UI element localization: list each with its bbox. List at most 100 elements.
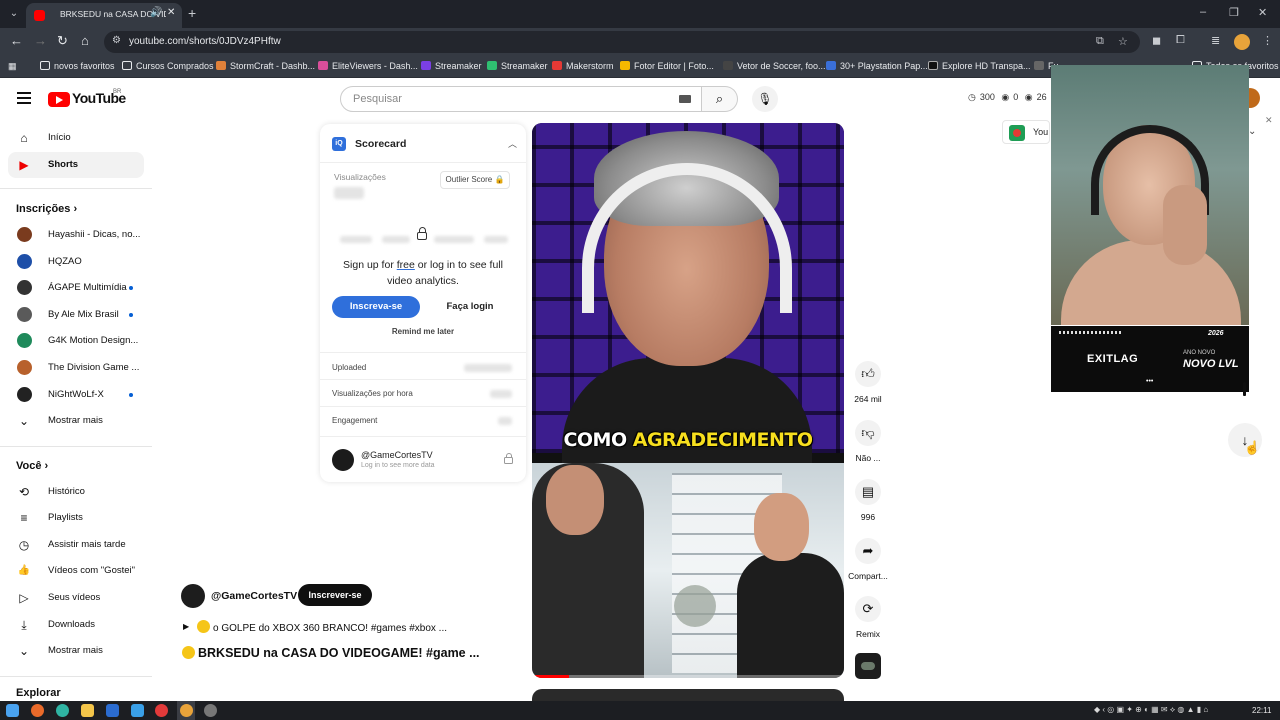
search-button[interactable]: ⌕ <box>702 86 738 112</box>
app-icon[interactable] <box>131 704 144 717</box>
browser-menu-icon[interactable]: ⋮ <box>1262 34 1273 47</box>
share-button[interactable]: ➦ <box>855 538 881 564</box>
forward-icon[interactable]: → <box>34 33 47 48</box>
channel-avatar[interactable] <box>181 584 205 608</box>
profile-avatar[interactable] <box>1234 34 1250 50</box>
store-icon[interactable] <box>106 704 119 717</box>
browser-tab[interactable]: BRKSEDU na CASA DO VIDEOGAME! 🔊 ✕ <box>26 3 182 28</box>
edge-icon[interactable] <box>56 704 69 717</box>
show-more-subscriptions[interactable]: ⌄ Mostrar mais <box>8 408 144 434</box>
remix-button[interactable]: ⟳ <box>855 596 881 622</box>
extension-widget[interactable]: You <box>1002 120 1050 144</box>
chrome-icon[interactable] <box>180 704 193 717</box>
scorecard-logo-icon: iQ <box>332 137 346 151</box>
address-bar[interactable]: ⚙ youtube.com/shorts/0JDVz4PHftw ⧉ ☆ <box>104 31 1140 53</box>
scorecard-signup-button[interactable]: Inscreva-se <box>332 296 420 318</box>
app-icon[interactable] <box>31 704 44 717</box>
minimize-button[interactable]: – <box>1200 6 1206 18</box>
tray-icons[interactable]: ◆ ‹ ◎ ▣ ✦ ⊕ ◐ ▦ ✉ ⟡ ◍ ▲ ▮ ⌂ <box>1094 705 1208 715</box>
subscription-item[interactable]: ÁGAPE Multimídia <box>8 275 144 301</box>
thumbs-up-icon: 👍︎ <box>861 366 875 381</box>
scorecard-divider <box>320 352 526 353</box>
sidebar-item-liked[interactable]: 👍 Vídeos com "Gostei" <box>8 558 144 584</box>
opera-icon[interactable] <box>155 704 168 717</box>
scorecard-login-button[interactable]: Faça login <box>426 296 514 318</box>
home-icon[interactable]: ⌂ <box>81 33 89 48</box>
like-button[interactable]: 👍︎ <box>855 361 881 387</box>
extensions-puzzle-icon[interactable]: ⧠ <box>1176 34 1185 47</box>
subscription-item[interactable]: The Division Game ... <box>8 355 144 381</box>
video-progress-bar[interactable] <box>532 675 844 678</box>
sidebar-item-home[interactable]: ⌂ Início <box>8 125 144 151</box>
bookmark-item[interactable]: 30+ Playstation Pap... <box>826 61 928 71</box>
chevron-down-icon[interactable]: ⌄ <box>1248 126 1256 137</box>
subscription-item[interactable]: Hayashii - Dicas, no... <box>8 222 144 248</box>
bookmark-star-icon[interactable]: ☆ <box>1118 35 1128 48</box>
media-control-icon[interactable]: ≣ <box>1211 34 1220 47</box>
free-link[interactable]: free <box>397 259 415 271</box>
reload-icon[interactable]: ↻ <box>57 33 68 49</box>
dislike-button[interactable]: 👎︎ <box>855 420 881 446</box>
you-heading[interactable]: Você › <box>16 460 48 472</box>
bookmark-item[interactable]: Makerstorm <box>552 61 614 71</box>
install-app-icon[interactable]: ⧉ <box>1096 35 1104 48</box>
subscription-item[interactable]: NiGhtWoLf-X <box>8 382 144 408</box>
search-input[interactable]: Pesquisar <box>340 86 702 112</box>
bookmark-item[interactable]: Cursos Comprados <box>122 61 214 71</box>
scorecard-divider <box>320 162 526 163</box>
channel-name[interactable]: @GameCortesTV <box>211 590 297 602</box>
remind-later-link[interactable]: Remind me later <box>340 327 506 336</box>
video-description[interactable]: o GOLPE do XBOX 360 BRANCO! #games #xbox… <box>197 620 447 634</box>
outlier-score-button[interactable]: Outlier Score 🔒 <box>440 171 510 189</box>
start-icon[interactable] <box>6 704 19 717</box>
subscription-item[interactable]: G4K Motion Design... <box>8 328 144 354</box>
bookmark-item[interactable]: Vetor de Soccer, foo... <box>723 61 826 71</box>
close-window-button[interactable]: ✕ <box>1258 6 1267 19</box>
file-explorer-icon[interactable] <box>81 704 94 717</box>
bookmark-item[interactable]: Streamaker <box>421 61 482 71</box>
previous-short-button[interactable] <box>1243 382 1246 396</box>
close-icon[interactable]: ✕ <box>1265 115 1273 126</box>
keyboard-icon[interactable] <box>679 95 691 103</box>
tab-search-icon[interactable]: ⌄ <box>6 6 22 22</box>
video-title[interactable]: BRKSEDU na CASA DO VIDEOGAME! #game ... <box>182 646 480 660</box>
tab-audio-icon[interactable]: 🔊 <box>150 7 162 18</box>
sidebar-item-playlists[interactable]: ≡ Playlists <box>8 505 144 531</box>
subscription-item[interactable]: By Ale Mix Brasil <box>8 302 144 328</box>
new-content-dot <box>129 393 133 397</box>
new-tab-button[interactable]: + <box>188 5 196 21</box>
subscribe-button[interactable]: Inscrever-se <box>298 584 372 606</box>
tab-close-icon[interactable]: ✕ <box>167 7 175 18</box>
sidebar-item-watch-later[interactable]: ◷ Assistir mais tarde <box>8 532 144 558</box>
next-short-preview[interactable] <box>532 689 844 701</box>
bookmark-item[interactable]: Fotor Editor | Foto... <box>620 61 714 71</box>
restore-button[interactable]: ❐ <box>1229 6 1239 19</box>
clock[interactable]: 22:11 <box>1252 706 1271 715</box>
sidebar-item-downloads[interactable]: ⤓ Downloads <box>8 612 144 638</box>
extension-icon[interactable]: ◼ <box>1152 34 1161 47</box>
bookmark-item[interactable]: novos favoritos <box>40 61 115 71</box>
bookmark-item[interactable]: Explore HD Transpa... <box>928 61 1031 71</box>
show-more-you[interactable]: ⌄ Mostrar mais <box>8 638 144 664</box>
youtube-logo-icon[interactable] <box>48 92 70 107</box>
apps-grid-icon[interactable]: ▦ <box>8 61 17 72</box>
audio-source-thumbnail[interactable] <box>855 653 881 679</box>
bookmark-item[interactable]: Streamaker <box>487 61 548 71</box>
short-video-player[interactable]: COMO AGRADECIMENTO <box>532 123 844 678</box>
sidebar-item-history[interactable]: ⟲ Histórico <box>8 479 144 505</box>
sidebar-item-your-videos[interactable]: ▷ Seus vídeos <box>8 585 144 611</box>
blurred-value <box>340 236 372 243</box>
app-icon[interactable] <box>204 704 217 717</box>
subscriptions-heading[interactable]: Inscrições › <box>16 203 77 215</box>
site-info-icon[interactable]: ⚙ <box>112 35 121 46</box>
sidebar-item-shorts[interactable]: ▶ Shorts <box>8 152 144 178</box>
bookmark-item[interactable]: StormCraft - Dashb... <box>216 61 315 71</box>
bookmark-item[interactable]: EliteViewers - Dash... <box>318 61 418 71</box>
guide-menu-icon[interactable] <box>17 92 31 107</box>
comments-button[interactable]: ▤ <box>855 479 881 505</box>
back-icon[interactable]: ← <box>10 33 23 48</box>
collapse-chevron-icon[interactable]: ︿ <box>508 137 517 150</box>
expand-description-icon[interactable]: ▶ <box>183 622 189 631</box>
voice-search-button[interactable]: 🎙 <box>752 86 778 112</box>
subscription-item[interactable]: HQZAO <box>8 249 144 275</box>
